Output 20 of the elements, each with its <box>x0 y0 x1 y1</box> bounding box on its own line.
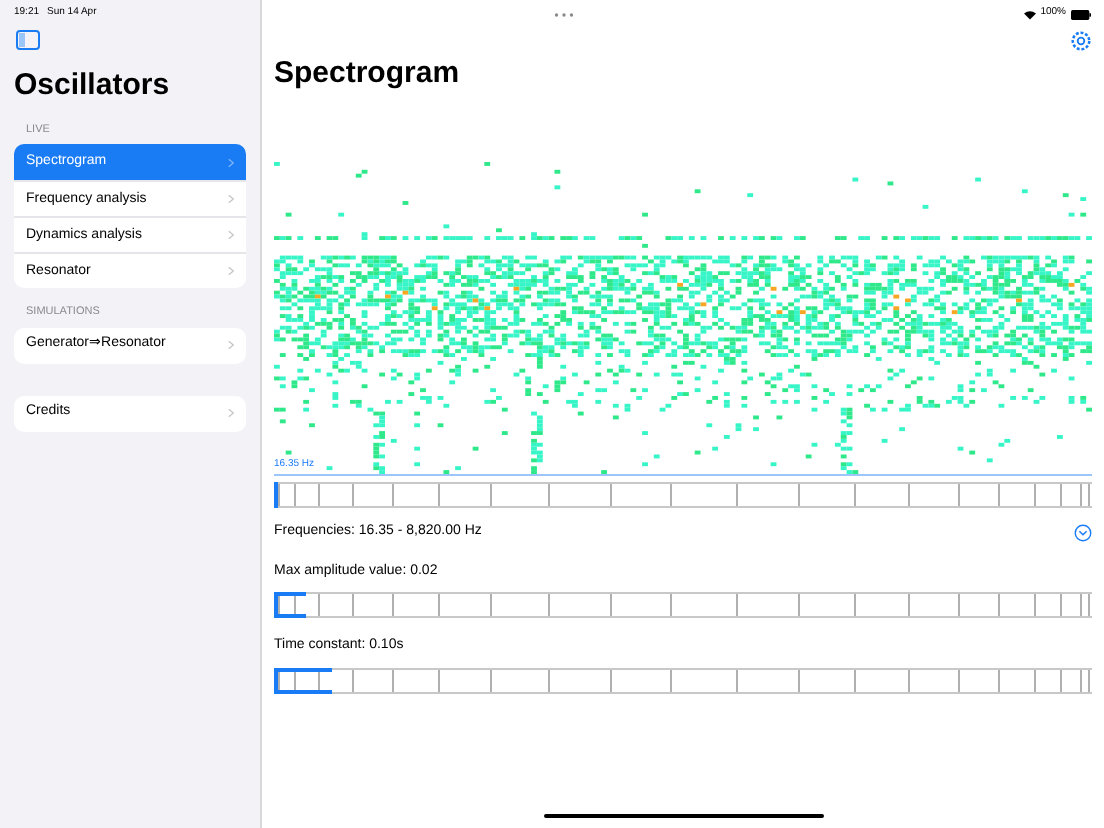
slider-track[interactable] <box>274 667 1092 693</box>
expand-chevron-icon[interactable] <box>1074 523 1092 542</box>
battery-icon <box>1070 9 1092 19</box>
wifi-icon <box>1024 9 1037 19</box>
chevron-icon <box>228 408 234 418</box>
slider-fill[interactable] <box>274 592 307 618</box>
slider-track[interactable] <box>274 482 1092 508</box>
chevron-icon <box>228 194 234 205</box>
page-title: Spectrogram <box>274 54 462 94</box>
multitasking-dots-icon[interactable] <box>554 11 574 17</box>
chevron-icon <box>228 157 234 168</box>
sidebar-toggle-icon[interactable] <box>16 30 40 50</box>
chevron-icon <box>228 340 234 350</box>
sidebar-title: Oscillators <box>14 66 172 106</box>
settings-icon[interactable] <box>1070 30 1092 52</box>
slider-track[interactable] <box>274 592 1092 618</box>
chevron-icon <box>228 266 234 277</box>
chevron-icon <box>228 230 234 241</box>
slider-fill[interactable] <box>274 667 332 693</box>
slider-fill[interactable] <box>274 482 279 508</box>
